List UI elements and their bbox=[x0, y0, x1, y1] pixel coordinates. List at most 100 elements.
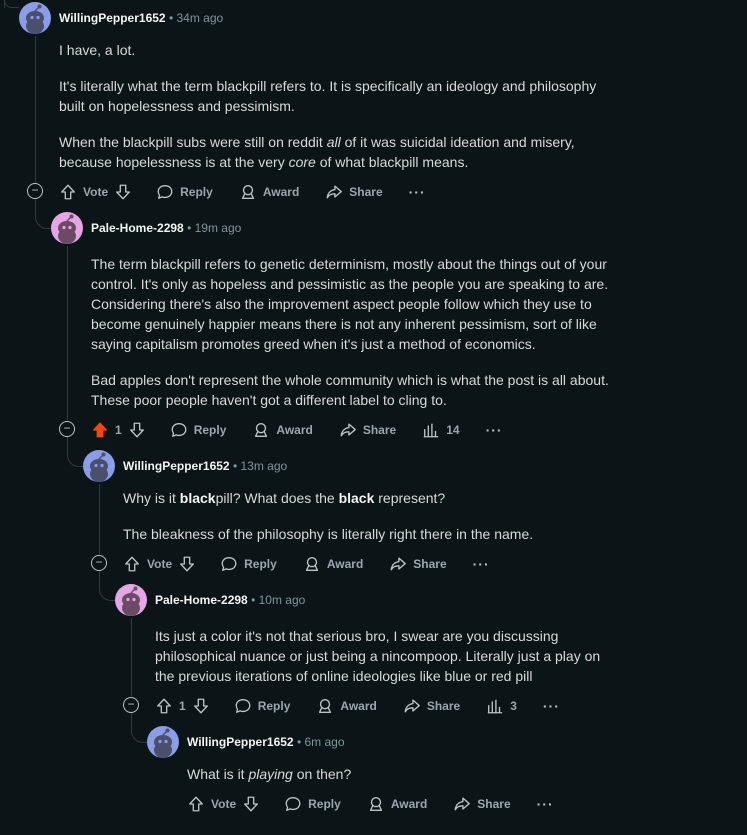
snoo-avatar-icon bbox=[115, 584, 147, 616]
thread-line-c4[interactable] bbox=[131, 618, 132, 696]
vote-count: 1 bbox=[115, 423, 122, 437]
share-button[interactable]: Share bbox=[389, 555, 447, 573]
upvote-icon[interactable] bbox=[155, 697, 173, 715]
share-button[interactable]: Share bbox=[453, 795, 511, 813]
separator-dot: • bbox=[251, 593, 256, 607]
avatar[interactable] bbox=[19, 2, 51, 34]
share-label: Share bbox=[477, 797, 511, 811]
downvote-icon[interactable] bbox=[178, 555, 196, 573]
timestamp[interactable]: 19m ago bbox=[195, 221, 242, 235]
collapse-button[interactable]: − bbox=[91, 555, 107, 571]
avatar[interactable] bbox=[51, 212, 83, 244]
reply-button[interactable]: Reply bbox=[284, 795, 341, 813]
author-link[interactable]: WillingPepper1652 bbox=[123, 459, 230, 473]
award-icon bbox=[252, 421, 270, 439]
timestamp[interactable]: 13m ago bbox=[240, 459, 287, 473]
vote-count: 1 bbox=[179, 699, 186, 713]
insights-button[interactable]: 14 bbox=[422, 421, 460, 439]
award-button[interactable]: Award bbox=[303, 555, 363, 573]
insights-count: 3 bbox=[510, 699, 517, 713]
award-button[interactable]: Award bbox=[316, 697, 377, 715]
share-icon bbox=[403, 697, 421, 715]
insights-button[interactable]: 3 bbox=[486, 697, 517, 715]
reply-button[interactable]: Reply bbox=[170, 421, 226, 439]
avatar[interactable] bbox=[115, 584, 147, 616]
vote-label: Vote bbox=[211, 797, 237, 811]
comment-actions: 1 Reply Award Share 14 ··· bbox=[91, 418, 529, 442]
downvote-icon[interactable] bbox=[192, 697, 210, 715]
author-link[interactable]: Pale-Home-2298 bbox=[91, 221, 184, 235]
more-options-button[interactable]: ··· bbox=[486, 422, 503, 438]
comment-header: WillingPepper1652 • 34m ago bbox=[59, 8, 223, 28]
award-button[interactable]: Award bbox=[239, 183, 299, 201]
upvote-icon[interactable] bbox=[123, 555, 141, 573]
thread-line-c2[interactable] bbox=[67, 246, 68, 420]
comment-header: Pale-Home-2298 • 19m ago bbox=[91, 218, 241, 238]
upvote-icon[interactable] bbox=[91, 421, 109, 439]
more-options-button[interactable]: ··· bbox=[543, 698, 560, 714]
separator-dot: • bbox=[168, 11, 174, 25]
award-button[interactable]: Award bbox=[367, 795, 427, 813]
snoo-avatar-icon bbox=[51, 212, 83, 244]
comment-paragraph: The term blackpill refers to genetic det… bbox=[91, 256, 609, 352]
share-icon bbox=[453, 795, 471, 813]
vote-group: 1 bbox=[91, 421, 146, 439]
snoo-avatar-icon bbox=[83, 450, 115, 482]
timestamp[interactable]: 34m ago bbox=[176, 11, 223, 25]
comment-actions: Vote Reply Award Share ··· bbox=[59, 180, 452, 204]
reply-icon bbox=[234, 697, 252, 715]
thread-elbow bbox=[35, 198, 52, 229]
reply-icon bbox=[284, 795, 302, 813]
thread-line-c3[interactable] bbox=[99, 484, 100, 554]
comment-body: The term blackpill refers to genetic det… bbox=[91, 254, 631, 410]
award-label: Award bbox=[390, 797, 428, 811]
award-button[interactable]: Award bbox=[252, 421, 313, 439]
award-label: Award bbox=[276, 423, 313, 437]
avatar[interactable] bbox=[147, 726, 179, 758]
award-icon bbox=[316, 697, 334, 715]
avatar[interactable] bbox=[83, 450, 115, 482]
more-options-button[interactable]: ··· bbox=[473, 556, 490, 572]
share-label: Share bbox=[426, 699, 461, 713]
share-button[interactable]: Share bbox=[325, 183, 383, 201]
reply-icon bbox=[156, 183, 174, 201]
award-icon bbox=[303, 555, 321, 573]
thread-line-c1[interactable] bbox=[35, 36, 36, 184]
upvote-icon[interactable] bbox=[59, 183, 77, 201]
thread-elbow bbox=[131, 712, 148, 743]
comment-paragraph: The bleakness of the philosophy is liter… bbox=[123, 526, 534, 542]
reply-button[interactable]: Reply bbox=[234, 697, 290, 715]
timestamp[interactable]: 10m ago bbox=[259, 593, 306, 607]
author-link[interactable]: WillingPepper1652 bbox=[59, 11, 166, 25]
separator-dot: • bbox=[187, 221, 192, 235]
downvote-icon[interactable] bbox=[114, 183, 132, 201]
reply-button[interactable]: Reply bbox=[220, 555, 277, 573]
vote-label: Vote bbox=[147, 557, 173, 571]
thread-elbow bbox=[4, 0, 19, 8]
comment-body: I have, a lot. It's literally what the t… bbox=[59, 40, 619, 172]
share-label: Share bbox=[362, 423, 397, 437]
award-icon bbox=[239, 183, 257, 201]
comment-paragraph: Bad apples don't represent the whole com… bbox=[91, 372, 609, 408]
more-options-button[interactable]: ··· bbox=[537, 796, 554, 812]
reply-button[interactable]: Reply bbox=[156, 183, 213, 201]
comment-paragraph: It's literally what the term blackpill r… bbox=[59, 78, 597, 114]
share-button[interactable]: Share bbox=[339, 421, 396, 439]
collapse-button[interactable]: − bbox=[27, 183, 43, 199]
thread-elbow bbox=[99, 570, 116, 601]
comment-actions: Vote Reply Award Share ··· bbox=[123, 552, 516, 576]
collapse-button[interactable]: − bbox=[59, 421, 75, 437]
more-options-button[interactable]: ··· bbox=[409, 184, 426, 200]
collapse-button[interactable]: − bbox=[123, 697, 139, 713]
downvote-icon[interactable] bbox=[128, 421, 146, 439]
author-link[interactable]: Pale-Home-2298 bbox=[155, 593, 248, 607]
comment-body: Why is it blackpill? What does the black… bbox=[123, 488, 623, 544]
author-link[interactable]: WillingPepper1652 bbox=[187, 735, 294, 749]
comment-paragraph: Why is it blackpill? What does the black… bbox=[123, 490, 446, 506]
reply-icon bbox=[220, 555, 238, 573]
share-button[interactable]: Share bbox=[403, 697, 460, 715]
comment-paragraph: When the blackpill subs were still on re… bbox=[59, 134, 575, 170]
upvote-icon[interactable] bbox=[187, 795, 205, 813]
downvote-icon[interactable] bbox=[242, 795, 260, 813]
timestamp[interactable]: 6m ago bbox=[304, 735, 344, 749]
